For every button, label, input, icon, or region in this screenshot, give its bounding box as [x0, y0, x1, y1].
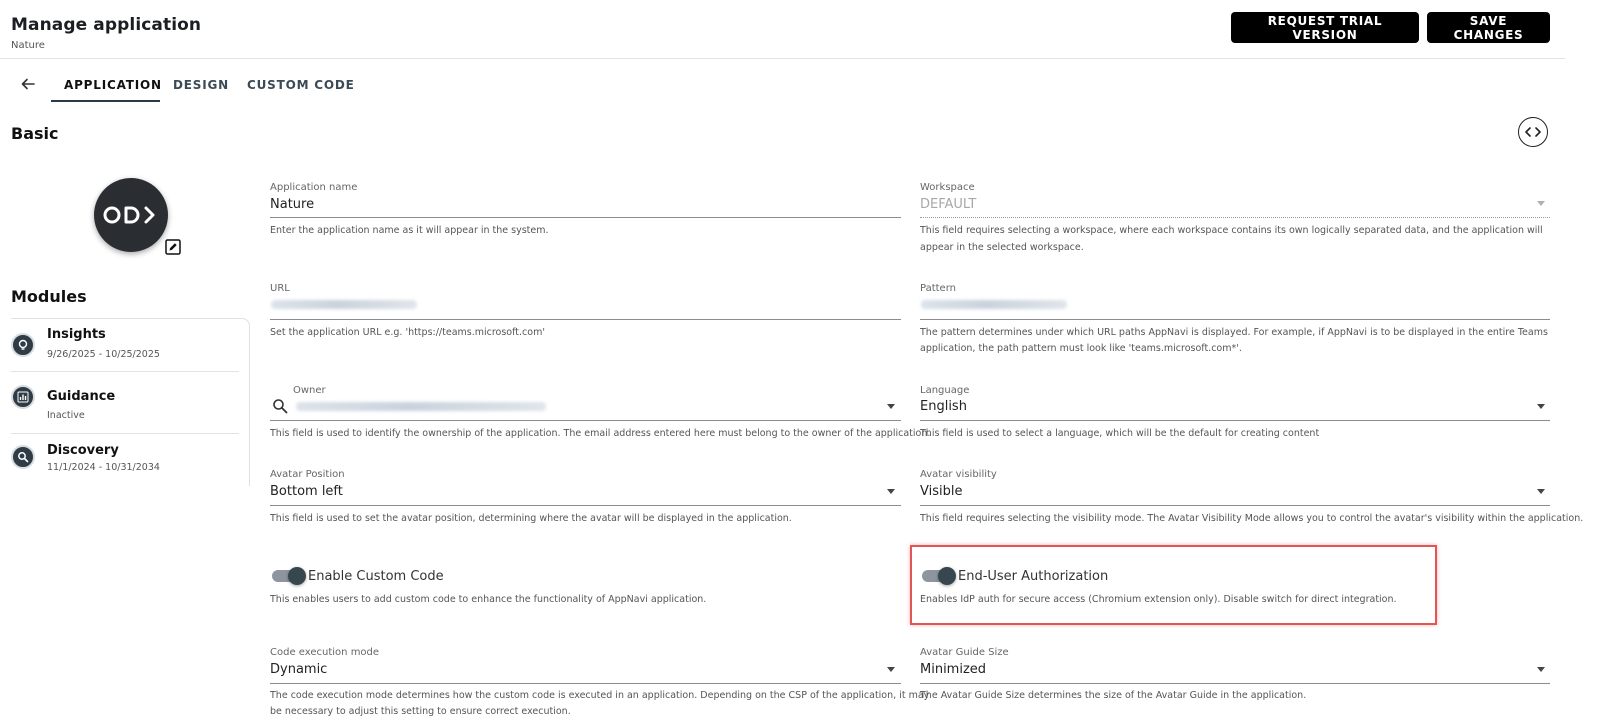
avatar-position-label: Avatar Position: [270, 469, 345, 480]
owner-dropdown-icon[interactable]: [887, 404, 895, 409]
search-icon: [11, 445, 35, 469]
url-input-redacted[interactable]: [271, 300, 417, 309]
url-underline: [270, 319, 901, 320]
workspace-underline: [920, 217, 1550, 218]
modules-section-title: Modules: [11, 287, 87, 306]
edit-icon[interactable]: [165, 239, 181, 255]
workspace-help-line1: This field requires selecting a workspac…: [920, 225, 1543, 236]
code-view-icon[interactable]: [1518, 117, 1548, 147]
avatar-guide-size-dropdown-icon[interactable]: [1537, 667, 1545, 672]
module-guidance[interactable]: Guidance Inactive: [11, 385, 239, 433]
module-name: Guidance: [47, 389, 116, 404]
avatar-guide-size-label: Avatar Guide Size: [920, 647, 1009, 658]
code-execution-underline: [270, 683, 901, 684]
modules-panel: Insights 9/26/2025 - 10/25/2025 Guidance…: [11, 318, 250, 486]
avatar-guide-size-select[interactable]: Minimized: [920, 662, 986, 677]
header-divider: [0, 58, 1565, 59]
tab-application[interactable]: APPLICATION: [64, 78, 162, 92]
workspace-help-line2: appear in the selected workspace.: [920, 242, 1084, 253]
pattern-input-redacted[interactable]: [921, 300, 1067, 309]
module-divider: [11, 371, 239, 372]
bar-chart-icon: [11, 385, 35, 409]
request-trial-button[interactable]: REQUEST TRIAL VERSION: [1231, 12, 1419, 43]
tab-design[interactable]: DESIGN: [173, 78, 229, 92]
code-execution-label: Code execution mode: [270, 647, 380, 658]
owner-label: Owner: [293, 385, 326, 396]
module-divider: [11, 433, 239, 434]
app-name-underline: [270, 217, 901, 218]
avatar-visibility-select[interactable]: Visible: [920, 484, 962, 499]
active-tab-indicator: [51, 100, 160, 102]
code-execution-dropdown-icon[interactable]: [887, 667, 895, 672]
pattern-underline: [920, 319, 1550, 320]
app-avatar: [94, 178, 168, 252]
code-execution-help-line1: The code execution mode determines how t…: [270, 690, 930, 701]
search-icon: [272, 398, 288, 414]
app-name-input[interactable]: Nature: [270, 197, 314, 212]
workspace-label: Workspace: [920, 182, 975, 193]
avatar-visibility-dropdown-icon[interactable]: [1537, 489, 1545, 494]
logo-icon: [103, 206, 155, 224]
language-dropdown-icon[interactable]: [1537, 404, 1545, 409]
avatar-visibility-underline: [920, 505, 1550, 506]
page-title: Manage application: [11, 15, 202, 35]
module-insights[interactable]: Insights 9/26/2025 - 10/25/2025: [11, 327, 239, 371]
avatar-position-select[interactable]: Bottom left: [270, 484, 343, 499]
avatar-position-help: This field is used to set the avatar pos…: [270, 513, 792, 524]
module-status: Inactive: [47, 410, 85, 421]
language-underline: [920, 420, 1550, 421]
back-arrow-icon[interactable]: [19, 75, 37, 93]
enable-custom-code-toggle[interactable]: [272, 567, 306, 585]
enable-custom-code-label: Enable Custom Code: [308, 569, 444, 584]
toggle-knob: [288, 567, 306, 585]
language-label: Language: [920, 385, 970, 396]
url-label: URL: [270, 283, 290, 294]
basic-section-title: Basic: [11, 124, 59, 143]
page-subtitle: Nature: [11, 40, 45, 51]
app-name-help: Enter the application name as it will ap…: [270, 225, 549, 236]
pattern-help-line2: application, the path pattern must look …: [920, 343, 1242, 354]
owner-help: This field is used to identify the owner…: [270, 428, 931, 439]
owner-input-redacted[interactable]: [296, 402, 546, 411]
pattern-label: Pattern: [920, 283, 956, 294]
custom-code-help: This enables users to add custom code to…: [270, 594, 707, 605]
highlight-box: [910, 545, 1437, 625]
workspace-dropdown-icon[interactable]: [1537, 201, 1545, 206]
save-changes-button[interactable]: SAVE CHANGES: [1427, 12, 1550, 43]
avatar-position-dropdown-icon[interactable]: [887, 489, 895, 494]
app-name-label: Application name: [270, 182, 358, 193]
module-date-range: 11/1/2024 - 10/31/2034: [47, 462, 160, 473]
module-name: Insights: [47, 327, 106, 342]
code-execution-help-line2: be necessary to adjust this setting to e…: [270, 706, 571, 717]
language-help: This field is used to select a language,…: [920, 428, 1320, 439]
tab-custom-code[interactable]: CUSTOM CODE: [247, 78, 355, 92]
pattern-help-line1: The pattern determines under which URL p…: [920, 327, 1548, 338]
module-name: Discovery: [47, 443, 119, 458]
module-date-range: 9/26/2025 - 10/25/2025: [47, 349, 160, 360]
insights-icon: [11, 333, 35, 357]
workspace-select[interactable]: DEFAULT: [920, 197, 976, 212]
owner-underline: [270, 420, 901, 421]
module-discovery[interactable]: Discovery 11/1/2024 - 10/31/2034: [11, 443, 239, 487]
avatar-guide-size-underline: [920, 683, 1550, 684]
url-help: Set the application URL e.g. 'https://te…: [270, 327, 545, 338]
code-execution-select[interactable]: Dynamic: [270, 662, 327, 677]
avatar-guide-size-help: The Avatar Guide Size determines the siz…: [920, 690, 1307, 701]
avatar-visibility-help: This field requires selecting the visibi…: [920, 513, 1584, 524]
avatar-position-underline: [270, 505, 901, 506]
language-select[interactable]: English: [920, 399, 967, 414]
avatar-visibility-label: Avatar visibility: [920, 469, 997, 480]
